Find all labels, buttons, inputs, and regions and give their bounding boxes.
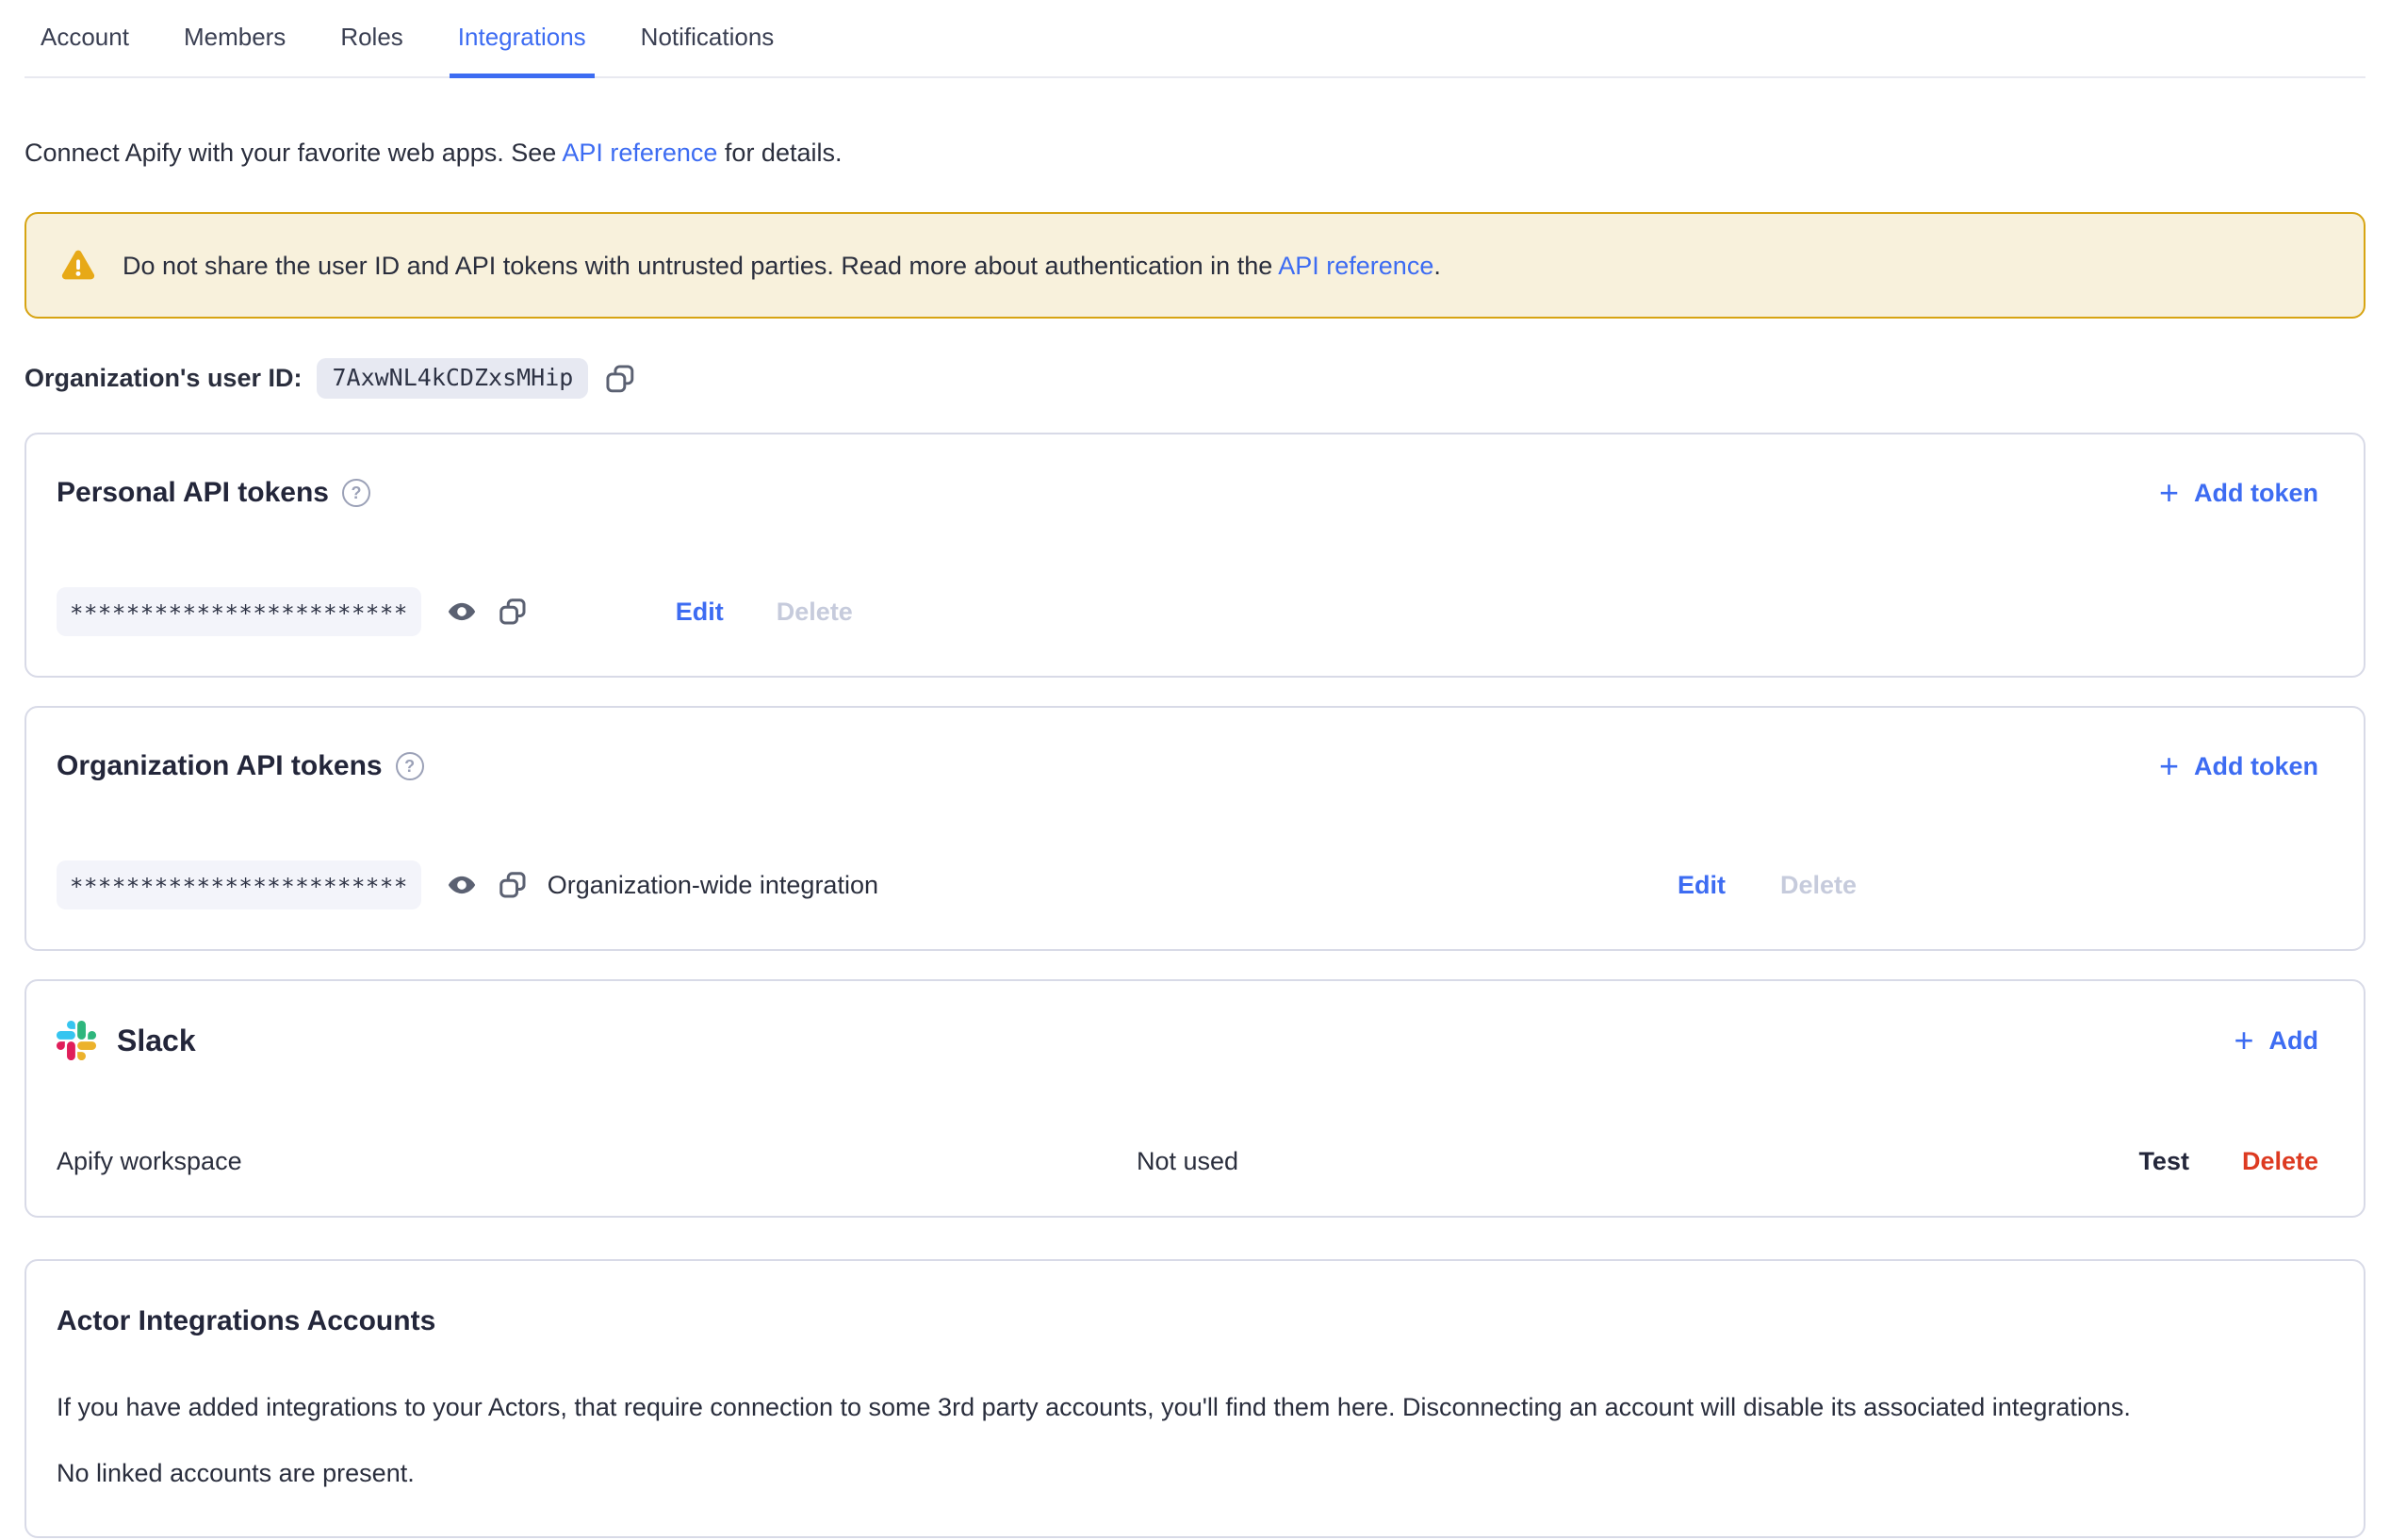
- masked-token-value: ************************: [57, 860, 421, 909]
- integrations-settings-page: Account Members Roles Integrations Notif…: [0, 0, 2390, 1538]
- organization-api-tokens-title: Organization API tokens: [57, 747, 383, 785]
- slack-header: Slack + Add: [57, 1021, 2318, 1060]
- add-org-token-label: Add token: [2194, 752, 2318, 781]
- delete-token-button: Delete: [1780, 871, 1857, 900]
- organization-api-tokens-header: Organization API tokens ? + Add token: [57, 747, 2318, 785]
- slack-status: Not used: [1137, 1147, 1238, 1176]
- slack-logo-icon: [57, 1021, 96, 1060]
- org-user-id-label: Organization's user ID:: [25, 364, 302, 393]
- actor-integrations-description: If you have added integrations to your A…: [57, 1391, 2318, 1423]
- org-user-id-row: Organization's user ID: 7AxwNL4kCDZxsMHi…: [25, 358, 2365, 399]
- tab-integrations[interactable]: Integrations: [450, 0, 595, 78]
- warning-text-after: .: [1433, 252, 1441, 280]
- warning-text: Do not share the user ID and API tokens …: [123, 250, 1441, 282]
- warning-icon: [58, 246, 98, 286]
- intro-text: Connect Apify with your favorite web app…: [25, 137, 2365, 169]
- api-reference-link[interactable]: API reference: [562, 139, 717, 167]
- organization-api-tokens-card: Organization API tokens ? + Add token **…: [25, 706, 2365, 951]
- org-token-description: Organization-wide integration: [548, 871, 878, 900]
- api-reference-link-warning[interactable]: API reference: [1278, 252, 1433, 280]
- personal-api-tokens-title: Personal API tokens: [57, 474, 329, 512]
- edit-token-button[interactable]: Edit: [1678, 871, 1726, 900]
- plus-icon: +: [2234, 1027, 2253, 1053]
- slack-workspace-name: Apify workspace: [57, 1147, 1137, 1176]
- actor-integrations-empty-state: No linked accounts are present.: [57, 1457, 2318, 1489]
- add-slack-label: Add: [2269, 1026, 2318, 1056]
- copy-icon[interactable]: [499, 871, 527, 899]
- slack-title: Slack: [117, 1024, 196, 1058]
- add-token-label: Add token: [2194, 479, 2318, 508]
- tab-members[interactable]: Members: [175, 0, 294, 76]
- slack-card: Slack + Add Apify workspace Not used Tes…: [25, 979, 2365, 1218]
- intro-text-before: Connect Apify with your favorite web app…: [25, 139, 562, 167]
- eye-icon[interactable]: [446, 869, 478, 901]
- add-org-token-button[interactable]: + Add token: [2159, 752, 2318, 781]
- plus-icon: +: [2159, 480, 2179, 505]
- masked-token-value: ************************: [57, 587, 421, 636]
- tab-account[interactable]: Account: [32, 0, 138, 76]
- add-slack-button[interactable]: + Add: [2234, 1026, 2318, 1056]
- actor-integrations-title: Actor Integrations Accounts: [57, 1302, 2318, 1340]
- plus-icon: +: [2159, 753, 2179, 778]
- copy-icon[interactable]: [605, 364, 635, 394]
- intro-text-after: for details.: [717, 139, 842, 167]
- delete-slack-button[interactable]: Delete: [2242, 1147, 2318, 1176]
- copy-icon[interactable]: [499, 598, 527, 626]
- slack-workspace-row: Apify workspace Not used Test Delete: [57, 1147, 2318, 1176]
- help-icon[interactable]: ?: [342, 479, 370, 507]
- delete-token-button: Delete: [777, 598, 853, 627]
- personal-token-row: ************************ Edit Delete: [57, 587, 2318, 636]
- help-icon[interactable]: ?: [396, 752, 424, 780]
- test-slack-button[interactable]: Test: [2138, 1147, 2189, 1176]
- personal-api-tokens-header: Personal API tokens ? + Add token: [57, 474, 2318, 512]
- tab-roles[interactable]: Roles: [332, 0, 411, 76]
- add-token-button[interactable]: + Add token: [2159, 479, 2318, 508]
- actor-integrations-card: Actor Integrations Accounts If you have …: [25, 1259, 2365, 1538]
- personal-api-tokens-card: Personal API tokens ? + Add token ******…: [25, 433, 2365, 678]
- eye-icon[interactable]: [446, 596, 478, 628]
- warning-banner: Do not share the user ID and API tokens …: [25, 212, 2365, 319]
- edit-token-button[interactable]: Edit: [676, 598, 724, 627]
- personal-token-actions: Edit Delete: [527, 598, 853, 627]
- org-user-id-value: 7AxwNL4kCDZxsMHip: [317, 358, 588, 399]
- warning-text-before: Do not share the user ID and API tokens …: [123, 252, 1278, 280]
- org-token-row: ************************ Organization-wi…: [57, 860, 2318, 909]
- settings-tabs: Account Members Roles Integrations Notif…: [25, 0, 2365, 78]
- slack-actions: Test Delete: [2138, 1147, 2318, 1176]
- tab-notifications[interactable]: Notifications: [632, 0, 783, 76]
- org-token-actions: Edit Delete: [1678, 871, 1857, 900]
